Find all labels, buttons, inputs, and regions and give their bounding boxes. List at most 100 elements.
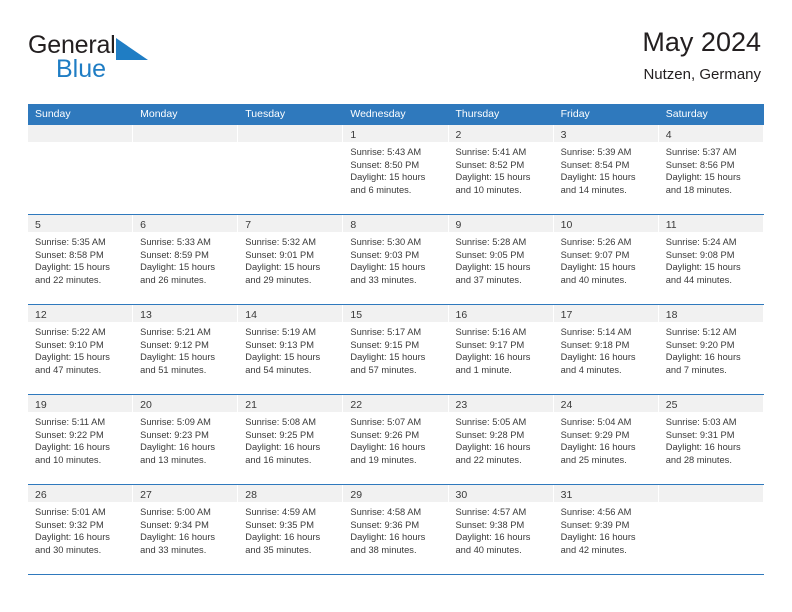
day-number-band: 3 <box>553 125 658 142</box>
day-cell[interactable]: 26 Sunrise: 5:01 AM Sunset: 9:32 PM Dayligh… <box>28 485 134 574</box>
daylight-text-line2: and 16 minutes. <box>245 454 312 465</box>
day-cell[interactable]: 16 Sunrise: 5:16 AM Sunset: 9:17 PM Dayligh… <box>448 305 554 394</box>
day-cell[interactable]: 27 Sunrise: 5:00 AM Sunset: 9:34 PM Dayligh… <box>133 485 239 574</box>
day-cell[interactable]: 2 Sunrise: 5:41 AM Sunset: 8:52 PM Daylight… <box>448 125 554 214</box>
sunrise-text: Sunrise: 5:17 AM <box>350 327 422 337</box>
day-cell[interactable]: 12 Sunrise: 5:22 AM Sunset: 9:10 PM Dayligh… <box>28 305 134 394</box>
daylight-text-line1: Daylight: 16 hours <box>245 442 321 453</box>
daylight-text-line1: Daylight: 15 hours <box>35 262 110 273</box>
sunrise-text: Sunrise: 5:30 AM <box>350 237 422 247</box>
sunrise-text: Sunrise: 5:11 AM <box>35 417 106 427</box>
day-cell-empty <box>658 485 764 574</box>
day-cell[interactable]: 28 Sunrise: 4:59 AM Sunset: 9:35 PM Dayligh… <box>238 485 344 574</box>
weekday-header-row: Sunday Monday Tuesday Wednesday Thursday… <box>28 104 764 125</box>
daylight-text-line1: Daylight: 16 hours <box>35 532 110 543</box>
day-number-band: 10 <box>553 215 658 232</box>
sunrise-text: Sunrise: 5:37 AM <box>665 147 737 157</box>
daylight-text-line1: Daylight: 16 hours <box>665 442 741 453</box>
daylight-text-line1: Daylight: 15 hours <box>350 262 426 273</box>
daylight-text-line1: Daylight: 16 hours <box>560 532 636 543</box>
sunrise-text: Sunrise: 5:04 AM <box>560 417 632 427</box>
sunrise-text: Sunrise: 5:43 AM <box>350 147 422 157</box>
daylight-text-line1: Daylight: 16 hours <box>455 352 531 363</box>
sunrise-text: Sunrise: 5:33 AM <box>140 237 211 247</box>
day-number: 3 <box>560 129 567 141</box>
day-cell[interactable]: 4 Sunrise: 5:37 AM Sunset: 8:56 PM Daylight… <box>658 125 764 214</box>
day-details: Sunrise: 5:05 AM Sunset: 9:28 PM Daylight:… <box>449 412 553 466</box>
day-details: Sunrise: 5:11 AM Sunset: 9:22 PM Daylight:… <box>28 412 132 466</box>
day-number-band: 31 <box>553 485 658 502</box>
weekday-tuesday: Tuesday <box>245 108 286 120</box>
day-cell[interactable]: 18 Sunrise: 5:12 AM Sunset: 9:20 PM Dayligh… <box>658 305 764 394</box>
weekday-friday: Friday <box>560 108 590 120</box>
day-cell[interactable]: 17 Sunrise: 5:14 AM Sunset: 9:18 PM Dayligh… <box>553 305 659 394</box>
sunset-text: Sunset: 9:12 PM <box>140 339 209 350</box>
sunrise-text: Sunrise: 4:56 AM <box>560 507 632 517</box>
weekday-wednesday: Wednesday <box>350 108 406 120</box>
day-cell[interactable]: 10 Sunrise: 5:26 AM Sunset: 9:07 PM Dayligh… <box>553 215 659 304</box>
calendar-week-row: 19 Sunrise: 5:11 AM Sunset: 9:22 PM Dayligh… <box>28 395 764 485</box>
sunrise-text: Sunrise: 5:21 AM <box>140 327 211 337</box>
day-cell[interactable]: 30 Sunrise: 4:57 AM Sunset: 9:38 PM Dayligh… <box>448 485 554 574</box>
daylight-text-line2: and 54 minutes. <box>245 364 312 375</box>
day-number-band: 6 <box>133 215 238 232</box>
day-cell[interactable]: 29 Sunrise: 4:58 AM Sunset: 9:36 PM Dayligh… <box>343 485 449 574</box>
day-number-band: 15 <box>343 305 448 322</box>
day-cell[interactable]: 15 Sunrise: 5:17 AM Sunset: 9:15 PM Dayligh… <box>343 305 449 394</box>
daylight-text-line1: Daylight: 15 hours <box>560 262 636 273</box>
day-cell[interactable]: 25 Sunrise: 5:03 AM Sunset: 9:31 PM Dayligh… <box>658 395 764 484</box>
daylight-text-line1: Daylight: 16 hours <box>245 532 321 543</box>
day-cell[interactable]: 23 Sunrise: 5:05 AM Sunset: 9:28 PM Dayligh… <box>448 395 554 484</box>
sunset-text: Sunset: 9:36 PM <box>350 519 420 530</box>
day-details: Sunrise: 5:12 AM Sunset: 9:20 PM Daylight:… <box>659 322 763 376</box>
day-cell[interactable]: 21 Sunrise: 5:08 AM Sunset: 9:25 PM Dayligh… <box>238 395 344 484</box>
day-number-band: 17 <box>553 305 658 322</box>
day-cell[interactable]: 13 Sunrise: 5:21 AM Sunset: 9:12 PM Dayligh… <box>133 305 239 394</box>
daylight-text-line2: and 1 minute. <box>455 364 512 375</box>
calendar-week-row: 12 Sunrise: 5:22 AM Sunset: 9:10 PM Dayligh… <box>28 305 764 395</box>
day-cell[interactable]: 20 Sunrise: 5:09 AM Sunset: 9:23 PM Dayligh… <box>133 395 239 484</box>
day-details: Sunrise: 5:30 AM Sunset: 9:03 PM Daylight:… <box>343 232 447 286</box>
general-blue-logo[interactable]: General Blue <box>28 26 168 88</box>
day-number-band: 28 <box>238 485 343 502</box>
day-cell[interactable]: 22 Sunrise: 5:07 AM Sunset: 9:26 PM Dayligh… <box>343 395 449 484</box>
day-cell[interactable]: 5 Sunrise: 5:35 AM Sunset: 8:58 PM Daylight… <box>28 215 134 304</box>
daylight-text-line2: and 33 minutes. <box>140 544 207 555</box>
daylight-text-line2: and 40 minutes. <box>560 274 627 285</box>
day-cell[interactable]: 14 Sunrise: 5:19 AM Sunset: 9:13 PM Dayligh… <box>238 305 344 394</box>
sunset-text: Sunset: 8:52 PM <box>455 159 525 170</box>
day-number-band: 13 <box>133 305 238 322</box>
sunrise-text: Sunrise: 5:41 AM <box>455 147 527 157</box>
daylight-text-line2: and 38 minutes. <box>350 544 417 555</box>
sunset-text: Sunset: 8:58 PM <box>35 249 104 260</box>
sunset-text: Sunset: 8:59 PM <box>140 249 209 260</box>
day-number-band: 27 <box>133 485 238 502</box>
day-number-band: 7 <box>238 215 343 232</box>
day-cell[interactable]: 9 Sunrise: 5:28 AM Sunset: 9:05 PM Daylight… <box>448 215 554 304</box>
calendar-week-row: 26 Sunrise: 5:01 AM Sunset: 9:32 PM Dayligh… <box>28 485 764 575</box>
day-details: Sunrise: 4:58 AM Sunset: 9:36 PM Daylight:… <box>343 502 447 556</box>
daylight-text-line1: Daylight: 15 hours <box>245 352 321 363</box>
sunrise-text: Sunrise: 5:26 AM <box>560 237 632 247</box>
day-cell[interactable]: 7 Sunrise: 5:32 AM Sunset: 9:01 PM Daylight… <box>238 215 344 304</box>
day-cell[interactable]: 24 Sunrise: 5:04 AM Sunset: 9:29 PM Dayligh… <box>553 395 659 484</box>
daylight-text-line2: and 44 minutes. <box>665 274 732 285</box>
day-cell[interactable]: 31 Sunrise: 4:56 AM Sunset: 9:39 PM Dayligh… <box>553 485 659 574</box>
day-cell[interactable]: 8 Sunrise: 5:30 AM Sunset: 9:03 PM Daylight… <box>343 215 449 304</box>
day-number: 7 <box>245 219 252 231</box>
day-cell[interactable]: 1 Sunrise: 5:43 AM Sunset: 8:50 PM Daylight… <box>343 125 449 214</box>
day-number-band: 30 <box>448 485 553 502</box>
day-details: Sunrise: 5:26 AM Sunset: 9:07 PM Daylight:… <box>554 232 658 286</box>
day-number: 15 <box>350 309 363 321</box>
day-cell[interactable]: 11 Sunrise: 5:24 AM Sunset: 9:08 PM Dayligh… <box>658 215 764 304</box>
sunset-text: Sunset: 8:50 PM <box>350 159 420 170</box>
day-number-band: 18 <box>658 305 763 322</box>
sunset-text: Sunset: 8:56 PM <box>665 159 735 170</box>
day-cell[interactable]: 3 Sunrise: 5:39 AM Sunset: 8:54 PM Daylight… <box>553 125 659 214</box>
day-cell[interactable]: 6 Sunrise: 5:33 AM Sunset: 8:59 PM Daylight… <box>133 215 239 304</box>
title-block: May 2024 Nutzen, Germany <box>642 26 764 86</box>
sunrise-text: Sunrise: 5:24 AM <box>665 237 737 247</box>
day-cell[interactable]: 19 Sunrise: 5:11 AM Sunset: 9:22 PM Dayligh… <box>28 395 134 484</box>
sunset-text: Sunset: 9:31 PM <box>665 429 735 440</box>
day-number-band <box>28 125 133 142</box>
